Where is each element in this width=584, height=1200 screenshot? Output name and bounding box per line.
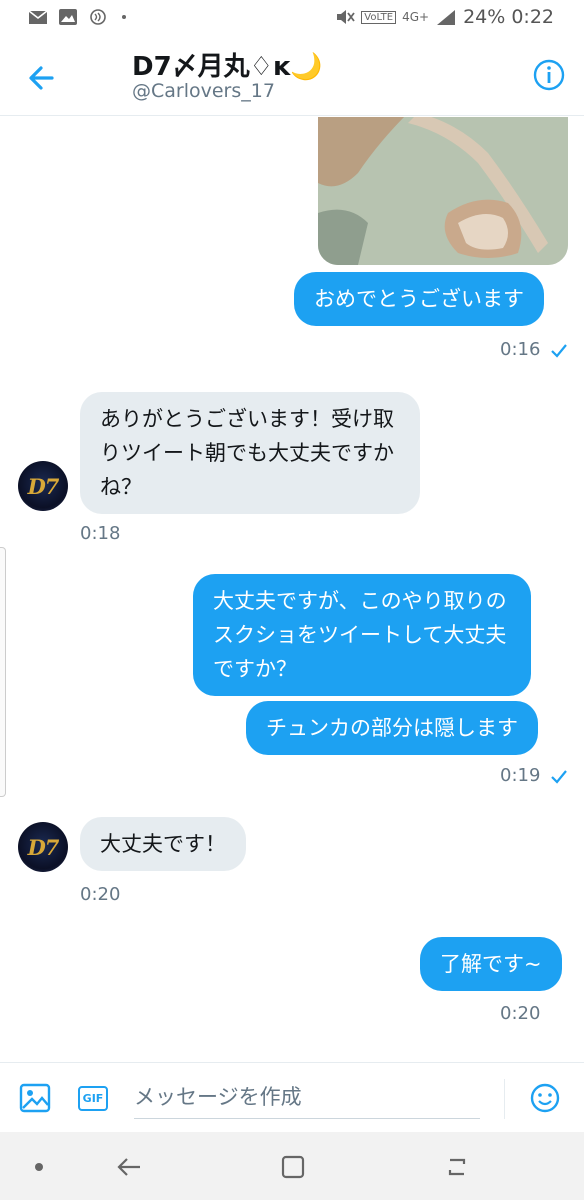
arrow-left-icon[interactable] [22, 58, 62, 98]
system-nav-bar [0, 1132, 584, 1200]
message-bubble-sent[interactable]: おめでとうございます [294, 272, 544, 326]
gif-icon[interactable]: GIF [76, 1081, 110, 1115]
clock: 0:22 [511, 6, 554, 28]
home-nav-icon[interactable] [276, 1150, 310, 1184]
message-line: 大丈夫ですが、このやり取りの [213, 589, 507, 613]
message-text: おめでとうございます [314, 287, 524, 311]
check-icon [551, 770, 567, 784]
message-timestamp: 0:20 [80, 884, 121, 905]
mail-icon [28, 10, 48, 24]
message-bubble-sent[interactable]: 了解です~ [420, 937, 562, 991]
side-panel-handle[interactable] [0, 547, 6, 797]
message-line: スクショをツイートして大丈夫 [213, 623, 507, 647]
notification-icons [28, 8, 138, 26]
message-text: 大丈夫です！ [100, 832, 226, 856]
signal-icon [437, 10, 456, 25]
avatar[interactable]: D7 [18, 461, 68, 511]
image-icon[interactable] [18, 1081, 52, 1115]
network-type: 4G+ [402, 10, 430, 24]
composer-divider [504, 1079, 505, 1119]
conversation-header: D7〆月丸♢ĸ🌙 @Carlovers_17 [0, 36, 584, 116]
nfc-icon [90, 9, 106, 25]
battery-level: 24% [463, 6, 506, 28]
message-text: 了解です~ [440, 952, 542, 976]
avatar-label: D7 [27, 834, 60, 860]
info-icon[interactable] [532, 58, 566, 92]
message-timestamp: 0:19 [500, 765, 541, 786]
message-bubble-received[interactable]: ありがとうございます！受け取 りツイート朝でも大丈夫ですか ね？ [80, 392, 420, 514]
recents-nav-icon[interactable] [440, 1150, 474, 1184]
message-list[interactable]: おめでとうございます 0:16 ありがとうございます！受け取 りツイート朝でも大… [0, 117, 584, 1062]
gallery-icon [59, 9, 77, 25]
gif-label: GIF [77, 1085, 109, 1111]
dot-icon[interactable] [22, 1150, 56, 1184]
back-nav-icon[interactable] [112, 1150, 146, 1184]
status-bar: VoLTE 4G+ 24% 0:22 [0, 0, 584, 36]
message-line: ありがとうございます！受け取 [100, 407, 394, 431]
message-line: ですか？ [213, 657, 297, 681]
message-line: ね？ [100, 475, 142, 499]
check-icon [551, 344, 567, 358]
message-timestamp: 0:18 [80, 523, 121, 544]
conversation-handle[interactable]: @Carlovers_17 [132, 80, 275, 102]
message-text: チュンカの部分は隠します [266, 716, 518, 740]
volte-badge: VoLTE [361, 10, 397, 24]
message-line: りツイート朝でも大丈夫ですか [100, 441, 394, 465]
message-input[interactable] [134, 1075, 480, 1119]
mute-icon [337, 10, 356, 24]
image-thumbnail [318, 117, 568, 265]
message-composer: GIF [0, 1062, 584, 1132]
dot-icon [122, 15, 126, 19]
message-bubble-sent[interactable]: 大丈夫ですが、このやり取りの スクショをツイートして大丈夫 ですか？ [193, 574, 531, 696]
system-status: VoLTE 4G+ 24% 0:22 [335, 6, 554, 28]
conversation-title[interactable]: D7〆月丸♢ĸ🌙 [132, 46, 323, 83]
avatar-label: D7 [27, 473, 60, 499]
avatar[interactable]: D7 [18, 822, 68, 872]
message-timestamp: 0:16 [500, 339, 541, 360]
message-bubble-sent[interactable]: チュンカの部分は隠します [246, 701, 538, 755]
smiley-icon[interactable] [528, 1081, 562, 1115]
message-bubble-received[interactable]: 大丈夫です！ [80, 817, 246, 871]
shared-image[interactable] [318, 117, 568, 265]
message-timestamp: 0:20 [500, 1003, 541, 1024]
